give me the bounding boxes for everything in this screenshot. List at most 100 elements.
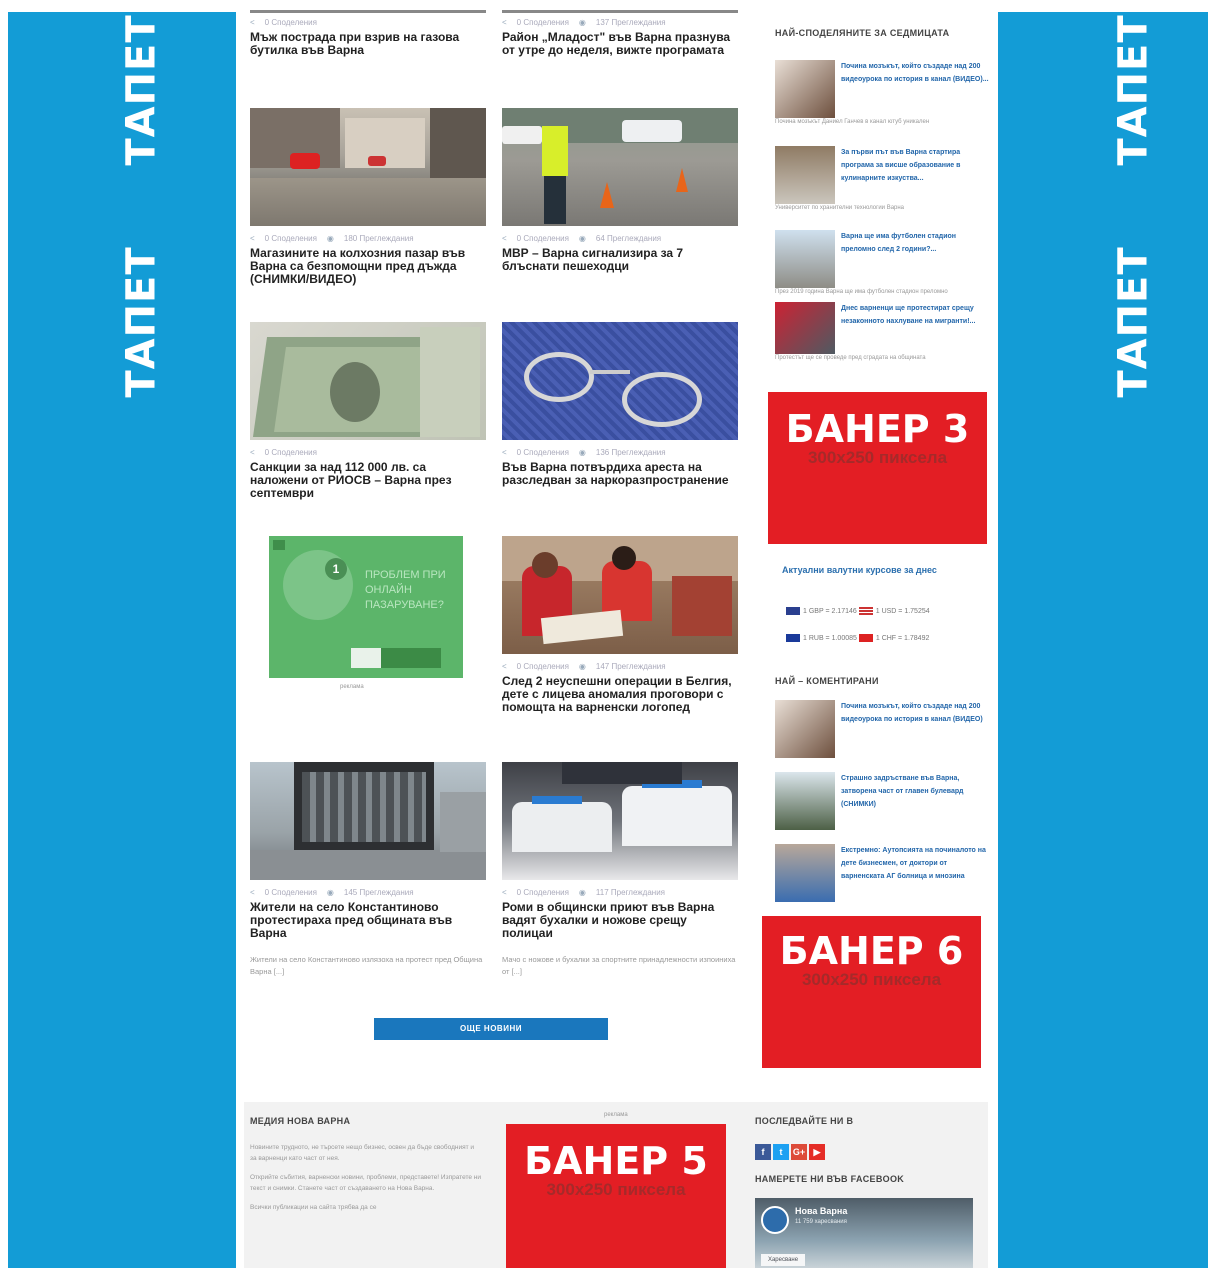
article-title[interactable]: Във Варна потвърдиха ареста на разследва…	[502, 461, 738, 487]
article-title[interactable]: След 2 неуспешни операции в Белгия, дете…	[502, 675, 738, 714]
follow-title: ПОСЛЕДВАЙТЕ НИ В	[755, 1116, 854, 1126]
article-meta: <0 Споделения ◉ 137 Преглеждания	[502, 18, 666, 27]
article-card[interactable]: <0 Споделения Мъж пострада при взрив на …	[250, 12, 486, 57]
tapet-label: ТАПЕТ	[1110, 246, 1157, 398]
article-title[interactable]: Санкции за над 112 000 лв. са наложени о…	[250, 461, 486, 500]
article-image[interactable]	[250, 108, 486, 226]
article-meta: <0 Споделения	[250, 448, 317, 457]
currency-title: Актуални валутни курсове за днес	[782, 565, 937, 575]
banner-5[interactable]: БАНЕР 5 300x250 пиксела	[506, 1124, 726, 1268]
ad-box[interactable]: 1 ПРОБЛЕМ ПРИ ОНЛАЙН ПАЗАРУВАНЕ?	[269, 536, 463, 678]
article-card[interactable]: <0 Споделения ◉ 147 Преглеждания След 2 н…	[502, 536, 738, 714]
commented-item[interactable]: Страшно задръстване във Варна, затворена…	[775, 772, 990, 830]
facebook-icon[interactable]: f	[755, 1144, 771, 1160]
article-image[interactable]	[502, 108, 738, 226]
currency-row: 1 RUB = 1.00085 1 CHF = 1.78492	[786, 634, 929, 642]
article-title[interactable]: Жители на село Константиново протестирах…	[250, 901, 486, 940]
popular-item-sub: Почина мозъкът Даниел Ганчев в канал юту…	[775, 119, 930, 125]
banner-6-title: БАНЕР 6	[779, 929, 964, 973]
article-title[interactable]: МВР – Варна сигнализира за 7 блъснати пе…	[502, 247, 738, 273]
share-icon: <	[250, 234, 255, 243]
footer-ad-caption: реклама	[604, 1112, 628, 1118]
social-links: f t G+ ▶	[755, 1142, 827, 1160]
commented-widget-title: НАЙ – КОМЕНТИРАНИ	[775, 676, 879, 686]
wallpaper-right[interactable]: ТАПЕТ ТАПЕТ	[998, 12, 1208, 1268]
share-icon: <	[502, 888, 507, 897]
facebook-widget-title: НАМЕРЕТЕ НИ ВЪВ FACEBOOK	[755, 1174, 905, 1184]
popular-item[interactable]: Почина мозъкът, който създаде над 200 ви…	[775, 60, 990, 127]
eye-icon: ◉	[578, 448, 586, 457]
popular-item-sub: Университет по хранителни технологии Вар…	[775, 205, 905, 211]
article-card[interactable]: <0 Споделения ◉ 117 Преглеждания Роми в о…	[502, 762, 738, 978]
article-meta: <0 Споделения ◉ 180 Преглеждания	[250, 234, 414, 243]
article-card[interactable]: <0 Споделения Санкции за над 112 000 лв.…	[250, 322, 486, 500]
facebook-page-likes: 11 759 харесвания	[795, 1219, 847, 1225]
youtube-icon[interactable]: ▶	[809, 1144, 825, 1160]
article-image[interactable]	[250, 322, 486, 440]
facebook-page-name[interactable]: Нова Варна	[795, 1206, 847, 1216]
article-title[interactable]: Район „Младост" във Варна празнува от ут…	[502, 31, 738, 57]
share-icon: <	[502, 662, 507, 671]
article-card[interactable]: <0 Споделения ◉ 137 Преглеждания Район „М…	[502, 12, 738, 57]
facebook-like-button[interactable]: Харесване	[761, 1254, 805, 1266]
ad-text: ПРОБЛЕМ ПРИ ОНЛАЙН ПАЗАРУВАНЕ?	[365, 569, 446, 611]
commented-thumb[interactable]	[775, 772, 835, 830]
commented-thumb[interactable]	[775, 700, 835, 758]
eye-icon: ◉	[326, 234, 334, 243]
article-image[interactable]	[502, 536, 738, 654]
popular-item[interactable]: Варна ще има футболен стадион преломно с…	[775, 230, 990, 297]
popular-thumb[interactable]	[775, 60, 835, 118]
footer-about-title: МЕДИЯ НОВА ВАРНА	[250, 1116, 351, 1126]
ch-flag-icon	[858, 634, 873, 642]
article-title[interactable]: Магазините на колхозния пазар във Варна …	[250, 247, 486, 286]
article-meta: <0 Споделения	[250, 18, 317, 27]
popular-thumb[interactable]	[775, 146, 835, 204]
tapet-label: ТАПЕТ	[1110, 14, 1157, 166]
banner-5-title: БАНЕР 5	[524, 1139, 708, 1183]
share-icon: <	[502, 234, 507, 243]
article-excerpt: Жители на село Константиново излязоха на…	[250, 955, 483, 976]
share-icon: <	[250, 18, 255, 27]
eye-icon: ◉	[578, 234, 586, 243]
article-title[interactable]: Мъж пострада при взрив на газова бутилка…	[250, 31, 486, 57]
popular-thumb[interactable]	[775, 230, 835, 288]
gb-flag-icon	[786, 607, 800, 615]
google-plus-icon[interactable]: G+	[791, 1144, 807, 1160]
more-news-button[interactable]: ОЩЕ НОВИНИ	[374, 1018, 608, 1040]
popular-item-sub: Протестът ще се проведе пред сградата на…	[775, 355, 926, 361]
popular-item[interactable]: Днес варненци ще протестират срещу незак…	[775, 302, 990, 363]
article-title[interactable]: Роми в общински приют във Варна вадят бу…	[502, 901, 738, 940]
share-icon: <	[502, 448, 507, 457]
commented-item[interactable]: Почина мозъкът, който създаде над 200 ви…	[775, 700, 990, 758]
commented-thumb[interactable]	[775, 844, 835, 902]
ad-badge: 1	[325, 558, 347, 580]
share-icon: <	[502, 18, 507, 27]
popular-widget-title: НАЙ-СПОДЕЛЯНИТЕ ЗА СЕДМИЦАТА	[775, 28, 950, 38]
eye-icon: ◉	[578, 888, 586, 897]
article-image[interactable]	[250, 762, 486, 880]
wallpaper-left[interactable]: ТАПЕТ ТАПЕТ	[8, 12, 236, 1268]
article-meta: <0 Споделения ◉ 64 Преглеждания	[502, 234, 662, 243]
us-flag-icon	[858, 607, 873, 615]
article-card[interactable]: <0 Споделения ◉ 145 Преглеждания Жители н…	[250, 762, 486, 978]
facebook-page-avatar	[761, 1206, 789, 1234]
banner-3-size: 300x250 пиксела	[807, 448, 948, 467]
popular-item[interactable]: За първи път във Варна стартира програма…	[775, 146, 990, 213]
twitter-icon[interactable]: t	[773, 1144, 789, 1160]
commented-item[interactable]: Екстремно: Аутопсията на починалото на д…	[775, 844, 990, 902]
facebook-page-box[interactable]: Нова Варна 11 759 харесвания Харесване	[755, 1198, 973, 1268]
article-card[interactable]: <0 Споделения ◉ 64 Преглеждания МВР – Вар…	[502, 108, 738, 273]
currency-row: 1 GBP = 2.17146 1 USD = 1.75254	[786, 607, 930, 615]
ad-caption: реклама	[340, 684, 364, 690]
banner-3[interactable]: БАНЕР 3 300x250 пиксела	[768, 392, 987, 544]
article-image[interactable]	[502, 322, 738, 440]
article-card[interactable]: <0 Споделения ◉ 180 Преглеждания Магазини…	[250, 108, 486, 286]
banner-6[interactable]: БАНЕР 6 300x250 пиксела	[762, 916, 981, 1068]
banner-6-size: 300x250 пиксела	[801, 970, 942, 989]
eye-icon: ◉	[578, 18, 586, 27]
article-image[interactable]	[502, 762, 738, 880]
popular-thumb[interactable]	[775, 302, 835, 354]
banner-5-size: 300x250 пиксела	[546, 1180, 686, 1199]
article-card[interactable]: <0 Споделения ◉ 136 Преглеждания Във Варн…	[502, 322, 738, 487]
banner-3-title: БАНЕР 3	[785, 407, 970, 451]
